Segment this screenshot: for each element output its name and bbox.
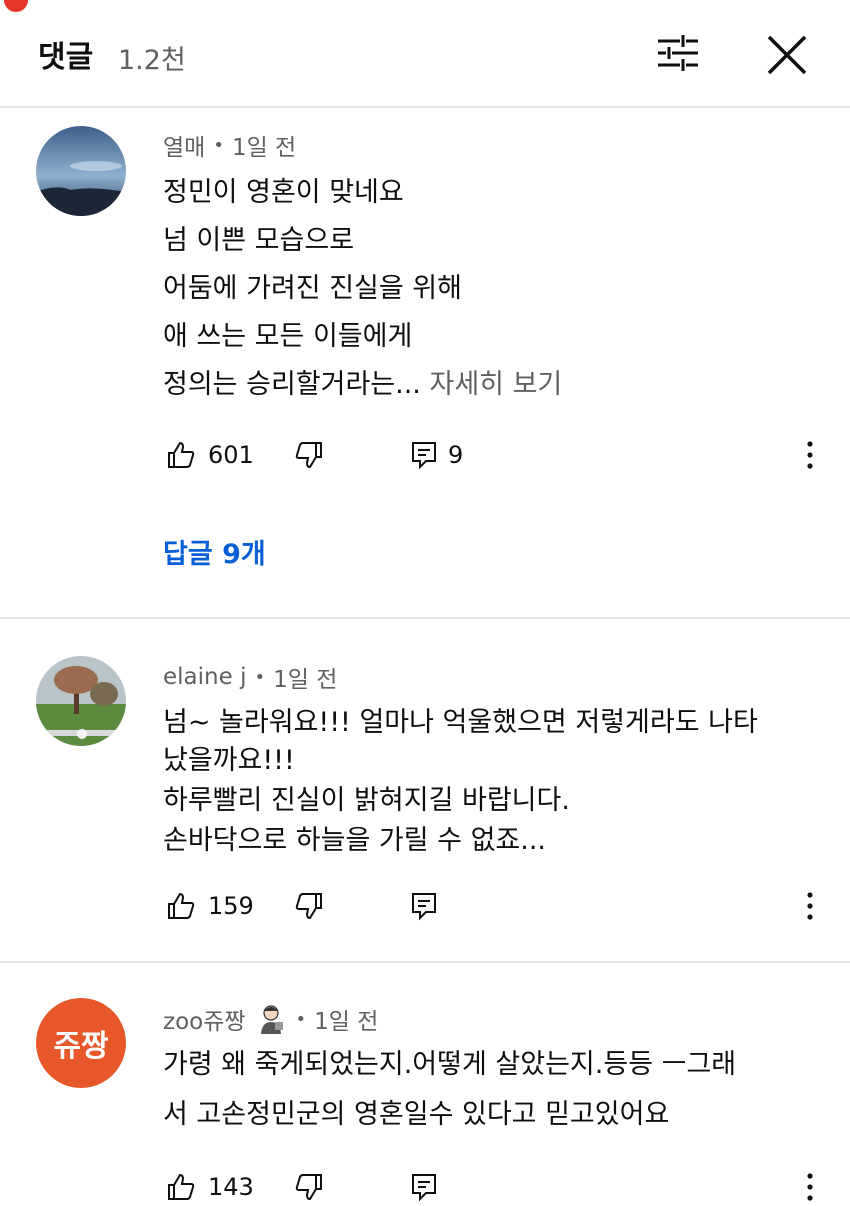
close-icon[interactable] [764,32,810,78]
comments-count: 1.2천 [118,45,186,76]
comments-header: 댓글 1.2천 [0,0,850,106]
reply-count: 9 [448,441,464,469]
sort-filter-icon[interactable] [654,32,702,74]
comment-author-line: 열매 • 1일 전 [163,128,296,162]
comment-text-line: 정민이 영혼이 맞네요 [163,177,404,208]
header-divider [0,106,850,108]
comment-author-line: zoo쥬짱 • 1일 전 [163,1002,378,1036]
like-button[interactable]: 143 [166,1172,254,1202]
like-button[interactable]: 159 [166,891,254,921]
more-options-icon[interactable] [800,1172,820,1202]
more-options-icon[interactable] [800,440,820,470]
avatar-initials: 쥬짱 [53,1029,109,1064]
comment-author[interactable]: elaine j [163,664,246,690]
avatar[interactable]: 쥬짱 [36,998,126,1088]
separator-dot: • [254,666,266,688]
thumbs-up-icon [168,1173,195,1200]
thumbs-down-icon [295,442,322,469]
comment-text-line: 정의는 승리할거라는... 자세히 보기 [163,362,562,401]
view-replies-link[interactable]: 답글 9개 [163,532,266,571]
thumbs-down-icon [295,1174,322,1201]
comment-text-line: 넘~ 놀라워요!!! 얼마나 억울했으면 저렇게라도 나타 [163,707,758,738]
dislike-button[interactable] [294,440,324,470]
thumbs-down-icon [295,893,322,920]
read-more-link[interactable]: 자세히 보기 [429,369,562,400]
comment-author-line: elaine j • 1일 전 [163,660,337,694]
comment-text-line: 애 쓰는 모든 이들에게 [163,321,413,352]
thumbs-up-icon [168,441,195,468]
like-count: 601 [208,441,254,469]
dislike-button[interactable] [294,1172,324,1202]
comment-text-line: 어둠에 가려진 진실을 위해 [163,273,462,304]
reply-button[interactable]: 9 [410,440,463,470]
comment-author[interactable]: zoo쥬짱 [163,1002,246,1036]
comment-text-line: 하루빨리 진실이 밝혀지길 바랍니다. [163,785,570,816]
dislike-button[interactable] [294,891,324,921]
comments-title: 댓글 [38,40,94,75]
member-badge-icon [254,1002,288,1036]
more-options-icon[interactable] [800,891,820,921]
comment-divider [0,961,850,963]
separator-dot: • [213,134,224,156]
comment-time: 1일 전 [314,1009,379,1035]
reply-button[interactable] [410,1172,438,1202]
like-button[interactable]: 601 [166,440,254,470]
comment-text-truncated: 정의는 승리할거라는... [163,369,421,400]
comment-text-line: 서 고손정민군의 영혼일수 있다고 믿고있어요 [163,1099,670,1130]
reply-comment-icon [412,442,436,470]
reply-comment-icon [412,1174,436,1202]
comment-text-line: 넘 이쁜 모습으로 [163,225,355,256]
avatar[interactable] [36,126,126,216]
reply-button[interactable] [410,891,438,921]
like-count: 159 [208,892,254,920]
like-count: 143 [208,1173,254,1201]
comment-text-line: 손바닥으로 하늘을 가릴 수 없죠... [163,825,546,856]
comment-divider [0,617,850,619]
comment-text-line: 가령 왜 죽게되었는지.어떻게 살았는지.등등 ㅡ그래 [163,1049,737,1080]
comment-author[interactable]: 열매 [163,128,205,162]
comment-text-line: 났을까요!!! [163,745,295,776]
avatar[interactable] [36,656,126,746]
thumbs-up-icon [168,892,195,919]
comment-time: 1일 전 [231,135,297,161]
comment-time: 1일 전 [273,667,338,693]
separator-dot: • [295,1008,307,1030]
reply-comment-icon [412,893,436,921]
